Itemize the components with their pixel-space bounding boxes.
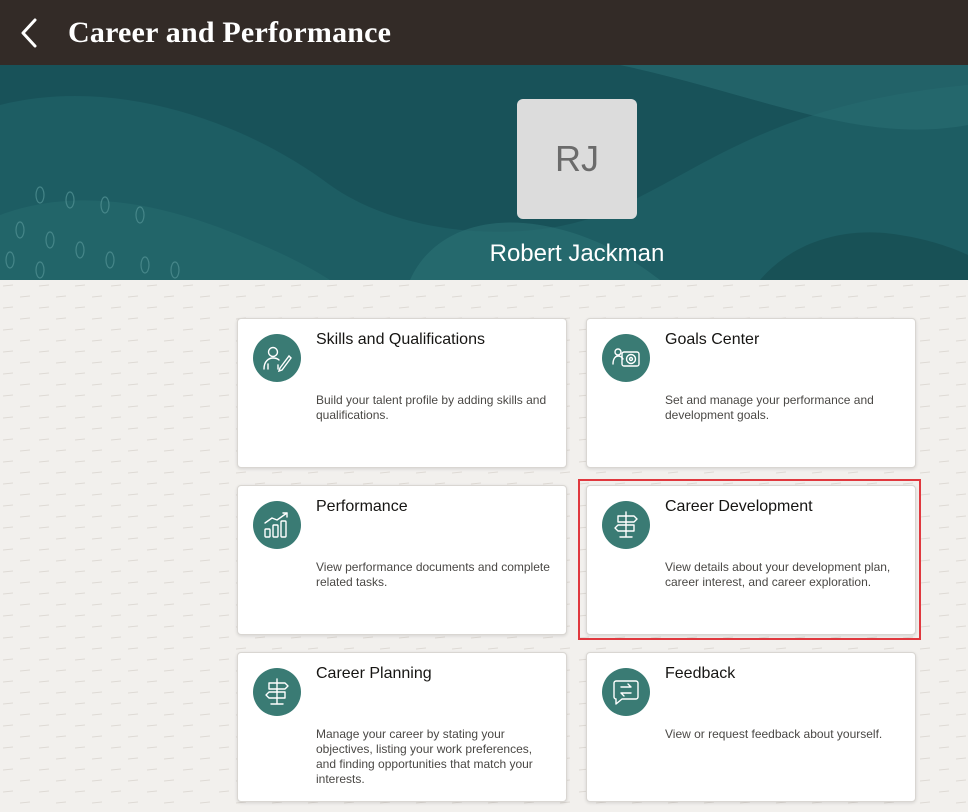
- page-title: Career and Performance: [68, 15, 392, 49]
- card-skills-and-qualifications[interactable]: Skills and Qualifications Build your tal…: [237, 318, 567, 468]
- signpost-icon: [265, 678, 289, 705]
- card-career-development[interactable]: Career Development View details about yo…: [586, 485, 916, 635]
- feedback-chat-icon: [613, 680, 639, 705]
- card-icon: [253, 668, 301, 716]
- card-description: Manage your career by stating your objec…: [316, 727, 533, 786]
- card-description: View details about your development plan…: [665, 560, 891, 589]
- card-title: Career Planning: [316, 665, 432, 682]
- card-description: Build your talent profile by adding skil…: [316, 393, 547, 422]
- card-icon: [602, 334, 650, 382]
- card-icon: [253, 334, 301, 382]
- card-title: Goals Center: [665, 331, 760, 348]
- card-description: View or request feedback about yourself.: [665, 727, 883, 741]
- card-title: Career Development: [665, 498, 813, 515]
- card-title: Skills and Qualifications: [316, 331, 485, 348]
- card-icon: [602, 501, 650, 549]
- card-description: Set and manage your performance and deve…: [665, 393, 874, 422]
- person-edit-icon: [263, 346, 292, 373]
- chevron-left-icon: [21, 18, 37, 47]
- signpost-icon: [614, 511, 638, 538]
- card-feedback[interactable]: Feedback View or request feedback about …: [586, 652, 916, 802]
- avatar: RJ: [517, 99, 637, 219]
- card-icon: [253, 501, 301, 549]
- goals-target-icon: [612, 348, 640, 367]
- card-title: Feedback: [665, 665, 736, 682]
- card-title: Performance: [316, 498, 408, 515]
- top-bar: Career and Performance: [0, 0, 968, 65]
- back-button[interactable]: [6, 6, 52, 60]
- card-icon: [602, 668, 650, 716]
- user-name: Robert Jackman: [489, 240, 665, 267]
- card-goals-center[interactable]: Goals Center Set and manage your perform…: [586, 318, 916, 468]
- card-career-planning[interactable]: Career Planning Manage your career by st…: [237, 652, 567, 802]
- card-performance[interactable]: Performance View performance documents a…: [237, 485, 567, 635]
- card-description: View performance documents and complete …: [316, 560, 550, 589]
- bar-chart-growth-icon: [264, 512, 288, 538]
